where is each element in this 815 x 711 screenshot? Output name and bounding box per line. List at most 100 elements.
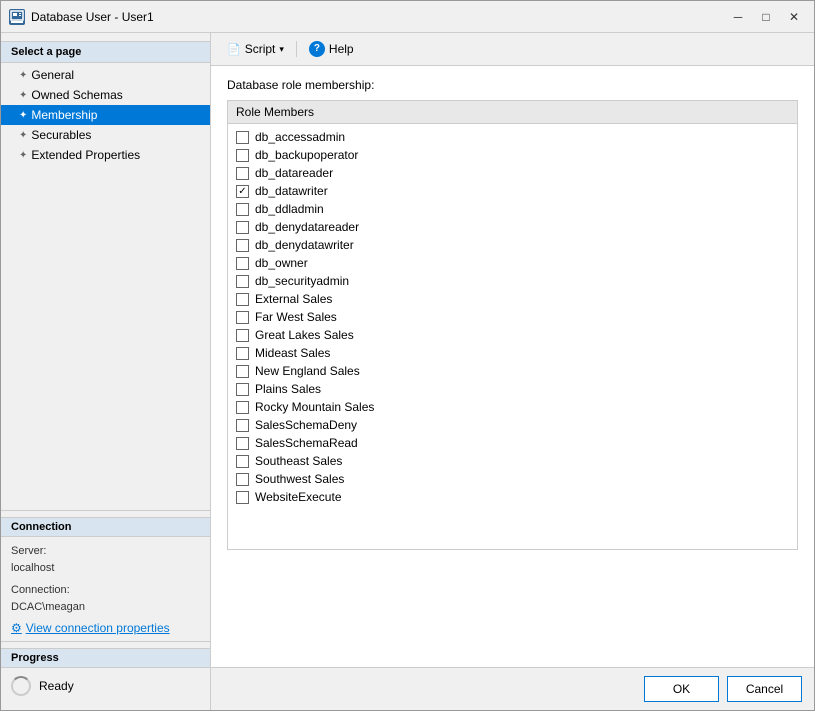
- role-item-sales-schema-deny[interactable]: SalesSchemaDeny: [228, 416, 797, 434]
- role-item-mideast-sales[interactable]: Mideast Sales: [228, 344, 797, 362]
- role-name-sales-schema-deny: SalesSchemaDeny: [255, 418, 357, 432]
- ok-button[interactable]: OK: [644, 676, 719, 702]
- role-item-db_ddladmin[interactable]: db_ddladmin: [228, 200, 797, 218]
- checkbox-sales-schema-read[interactable]: [236, 437, 249, 450]
- nav-items: ✦General✦Owned Schemas✦Membership✦Secura…: [1, 65, 210, 165]
- connection-header: Connection: [1, 517, 210, 537]
- role-item-db_accessadmin[interactable]: db_accessadmin: [228, 128, 797, 146]
- role-item-db_securityadmin[interactable]: db_securityadmin: [228, 272, 797, 290]
- role-item-db_denydatareader[interactable]: db_denydatareader: [228, 218, 797, 236]
- checkbox-plains-sales[interactable]: [236, 383, 249, 396]
- role-name-db_datareader: db_datareader: [255, 166, 333, 180]
- role-name-db_datawriter: db_datawriter: [255, 184, 328, 198]
- role-name-db_owner: db_owner: [255, 256, 308, 270]
- role-item-southeast-sales[interactable]: Southeast Sales: [228, 452, 797, 470]
- checkbox-southwest-sales[interactable]: [236, 473, 249, 486]
- title-bar: Database User - User1 ─ □ ✕: [1, 1, 814, 33]
- close-button[interactable]: ✕: [782, 7, 806, 27]
- role-name-sales-schema-read: SalesSchemaRead: [255, 436, 358, 450]
- role-name-db_securityadmin: db_securityadmin: [255, 274, 349, 288]
- role-name-db_denydatareader: db_denydatareader: [255, 220, 359, 234]
- checkbox-db_datawriter[interactable]: [236, 185, 249, 198]
- script-dropdown-arrow: ▾: [279, 44, 284, 55]
- nav-arrow-icon: ✦: [19, 90, 27, 101]
- progress-section: Progress Ready: [1, 641, 210, 702]
- footer: OK Cancel: [211, 667, 814, 710]
- checkbox-rocky-mountain-sales[interactable]: [236, 401, 249, 414]
- content-area: Select a page ✦General✦Owned Schemas✦Mem…: [1, 33, 814, 710]
- checkbox-db_backupoperator[interactable]: [236, 149, 249, 162]
- help-button[interactable]: ? Help: [305, 39, 358, 59]
- role-item-rocky-mountain-sales[interactable]: Rocky Mountain Sales: [228, 398, 797, 416]
- script-label: Script: [245, 42, 276, 56]
- role-name-rocky-mountain-sales: Rocky Mountain Sales: [255, 400, 374, 414]
- role-members-list: db_accessadmindb_backupoperator db_datare…: [228, 124, 797, 510]
- role-item-great-lakes-sales[interactable]: Great Lakes Sales: [228, 326, 797, 344]
- connection-value: DCAC\meagan: [11, 599, 200, 617]
- script-button[interactable]: 📄 Script ▾: [223, 40, 288, 58]
- role-item-far-west-sales[interactable]: Far West Sales: [228, 308, 797, 326]
- nav-arrow-icon: ✦: [19, 130, 27, 141]
- checkbox-db_denydatawriter[interactable]: [236, 239, 249, 252]
- role-item-db_owner[interactable]: db_owner: [228, 254, 797, 272]
- role-name-db_ddladmin: db_ddladmin: [255, 202, 324, 216]
- role-item-db_denydatawriter[interactable]: db_denydatawriter: [228, 236, 797, 254]
- role-item-new-england-sales[interactable]: New England Sales: [228, 362, 797, 380]
- nav-item-label: Membership: [31, 108, 97, 122]
- server-label: Server:: [11, 543, 200, 561]
- sidebar-item-membership[interactable]: ✦ Membership: [1, 105, 210, 125]
- checkbox-db_securityadmin[interactable]: [236, 275, 249, 288]
- checkbox-sales-schema-deny[interactable]: [236, 419, 249, 432]
- title-controls: ─ □ ✕: [726, 7, 806, 27]
- spinner-icon: [11, 676, 31, 696]
- checkbox-far-west-sales[interactable]: [236, 311, 249, 324]
- checkbox-external-sales[interactable]: [236, 293, 249, 306]
- role-item-db_datawriter[interactable]: db_datawriter: [228, 182, 797, 200]
- role-item-website-execute[interactable]: WebsiteExecute: [228, 488, 797, 506]
- minimize-button[interactable]: ─: [726, 7, 750, 27]
- checkbox-db_ddladmin[interactable]: [236, 203, 249, 216]
- role-item-external-sales[interactable]: External Sales: [228, 290, 797, 308]
- checkbox-mideast-sales[interactable]: [236, 347, 249, 360]
- checkbox-db_datareader[interactable]: [236, 167, 249, 180]
- window-icon: [9, 9, 25, 25]
- help-label: Help: [329, 42, 354, 56]
- nav-item-label: General: [31, 68, 74, 82]
- maximize-button[interactable]: □: [754, 7, 778, 27]
- connection-icon: ⚙: [11, 621, 22, 635]
- checkbox-southeast-sales[interactable]: [236, 455, 249, 468]
- role-item-db_backupoperator[interactable]: db_backupoperator: [228, 146, 797, 164]
- help-icon: ?: [309, 41, 325, 57]
- role-name-db_denydatawriter: db_denydatawriter: [255, 238, 354, 252]
- title-bar-left: Database User - User1: [9, 9, 154, 25]
- left-panel: Select a page ✦General✦Owned Schemas✦Mem…: [1, 33, 211, 710]
- checkbox-new-england-sales[interactable]: [236, 365, 249, 378]
- cancel-button[interactable]: Cancel: [727, 676, 802, 702]
- role-item-sales-schema-read[interactable]: SalesSchemaRead: [228, 434, 797, 452]
- role-item-plains-sales[interactable]: Plains Sales: [228, 380, 797, 398]
- sidebar-item-extended-properties[interactable]: ✦Extended Properties: [1, 145, 210, 165]
- progress-status: Ready: [11, 676, 200, 696]
- checkbox-db_owner[interactable]: [236, 257, 249, 270]
- role-item-southwest-sales[interactable]: Southwest Sales: [228, 470, 797, 488]
- checkbox-db_accessadmin[interactable]: [236, 131, 249, 144]
- role-item-db_datareader[interactable]: db_datareader: [228, 164, 797, 182]
- view-connection-properties-link[interactable]: ⚙ View connection properties: [11, 621, 200, 635]
- window-title: Database User - User1: [31, 10, 154, 24]
- checkbox-website-execute[interactable]: [236, 491, 249, 504]
- sidebar-item-owned-schemas[interactable]: ✦Owned Schemas: [1, 85, 210, 105]
- sidebar-item-general[interactable]: ✦General: [1, 65, 210, 85]
- role-name-great-lakes-sales: Great Lakes Sales: [255, 328, 354, 342]
- section-title: Database role membership:: [227, 78, 798, 92]
- nav-item-label: Extended Properties: [31, 148, 140, 162]
- checkbox-great-lakes-sales[interactable]: [236, 329, 249, 342]
- connection-label-text: Connection:: [11, 582, 200, 600]
- nav-arrow-icon: ✦: [19, 110, 27, 121]
- role-name-external-sales: External Sales: [255, 292, 332, 306]
- sidebar-item-securables[interactable]: ✦Securables: [1, 125, 210, 145]
- role-members-header: Role Members: [228, 101, 797, 124]
- checkbox-db_denydatareader[interactable]: [236, 221, 249, 234]
- role-name-far-west-sales: Far West Sales: [255, 310, 337, 324]
- progress-header: Progress: [1, 648, 210, 668]
- toolbar: 📄 Script ▾ ? Help: [211, 33, 814, 66]
